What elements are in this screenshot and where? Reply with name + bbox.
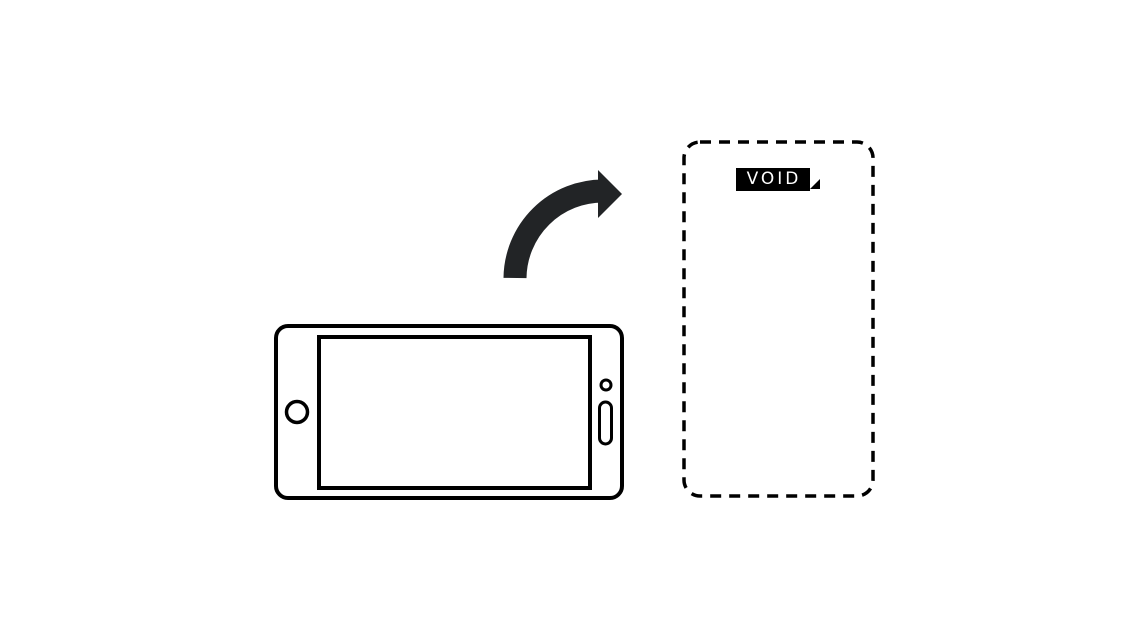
dashed-portrait-frame xyxy=(682,140,875,498)
phone-camera xyxy=(599,378,613,392)
phone-landscape-icon xyxy=(274,324,624,500)
rotate-device-screen: VOID xyxy=(0,0,1136,640)
curved-arrow-icon xyxy=(503,170,622,279)
phone-body xyxy=(274,324,624,500)
phone-speaker xyxy=(598,400,613,446)
rotate-device-illustration xyxy=(274,140,875,500)
phone-screen xyxy=(317,335,592,490)
phone-home-button xyxy=(284,399,310,425)
void-logo-text: VOID xyxy=(736,168,810,191)
void-logo: VOID xyxy=(736,168,822,192)
void-logo-tail xyxy=(810,179,820,189)
